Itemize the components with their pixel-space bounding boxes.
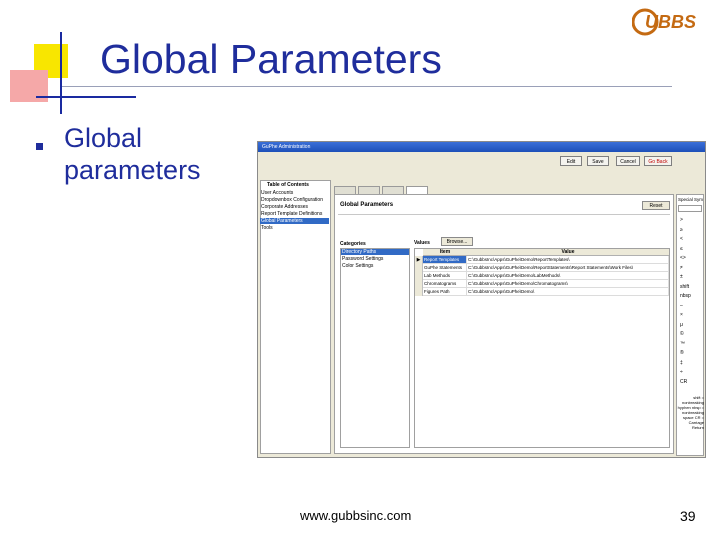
symbol-button[interactable]: shift	[680, 283, 689, 291]
row-selector	[415, 288, 423, 296]
window-titlebar: GuPhe Administration	[258, 142, 705, 152]
toc-heading: Table of Contents	[267, 182, 309, 188]
title-underline	[62, 86, 672, 87]
embedded-screenshot: GuPhe Administration Edit Save Cancel Go…	[257, 141, 706, 458]
browse-button[interactable]: Browse...	[441, 237, 473, 246]
symbol-button[interactable]: ≥	[680, 226, 683, 234]
symbol-button[interactable]: <	[680, 235, 683, 243]
panel-title: Global Parameters	[340, 202, 394, 208]
special-symbols-heading: Special Sym	[678, 197, 704, 202]
decor-horizontal-line	[36, 96, 136, 98]
tab[interactable]	[334, 186, 356, 194]
toc-item-global-parameters[interactable]: Global Parameters	[260, 218, 329, 224]
row-selector-icon: ▶	[415, 256, 423, 264]
cell-value[interactable]: C:\GubbsInc\Apps\GuPhe\Demo\	[467, 288, 669, 296]
reset-button[interactable]: Reset	[642, 201, 670, 210]
symbol-button[interactable]: ®	[680, 349, 684, 357]
cell-item[interactable]: Chromatograms	[423, 280, 467, 288]
symbol-button[interactable]: nbsp	[680, 292, 691, 300]
symbol-button[interactable]: ×	[680, 311, 683, 319]
category-password-settings[interactable]: Password Settings	[341, 256, 409, 262]
symbols-note: shift = nonbreaking hyphen nbsp = nonbre…	[677, 395, 704, 430]
symbol-button[interactable]: μ	[680, 321, 683, 329]
footer-url: www.gubbsinc.com	[300, 508, 412, 523]
row-selector	[415, 280, 423, 288]
cell-item[interactable]: Figures Path	[423, 288, 467, 296]
categories-label: Categories	[340, 241, 366, 247]
toc-item-dropdownbox[interactable]: Dropdownbox Configuration	[260, 197, 329, 203]
column-header-value: Value	[467, 249, 669, 256]
toc-item-user-accounts[interactable]: User Accounts	[260, 190, 329, 196]
category-directory-paths[interactable]: Directory Paths	[341, 249, 409, 255]
bullet-marker	[36, 143, 43, 150]
panel-divider	[338, 214, 670, 215]
go-back-button[interactable]: Go Back	[644, 156, 672, 166]
edit-button[interactable]: Edit	[560, 156, 582, 166]
symbol-button[interactable]: ≤	[680, 245, 683, 253]
decor-vertical-line	[60, 32, 62, 114]
tab-active[interactable]	[406, 186, 428, 194]
toc-item-tools[interactable]: Tools	[260, 225, 329, 231]
cell-value[interactable]: C:\GubbsInc\Apps\GuPhe\Demo\LabMethods\	[467, 272, 669, 280]
column-header-item: Item	[423, 249, 467, 256]
cell-value[interactable]: C:\GubbsInc\Apps\GuPhe\Demo\ReportTempla…	[467, 256, 669, 264]
bullet-text: Global parameters	[64, 123, 201, 185]
gubbs-logo: UBBS	[632, 8, 696, 36]
tab[interactable]	[358, 186, 380, 194]
cancel-button[interactable]: Cancel	[616, 156, 640, 166]
symbol-button[interactable]: ©	[680, 330, 684, 338]
symbol-button[interactable]: ±	[680, 273, 683, 281]
row-selector	[415, 272, 423, 280]
symbol-button[interactable]: <>	[680, 254, 686, 262]
slide-title: Global Parameters	[100, 36, 442, 82]
symbol-button[interactable]: CR	[680, 378, 687, 386]
categories-list	[340, 248, 410, 448]
cell-value[interactable]: C:\GubbsInc\Apps\GuPhe\Demo\Chromatogram…	[467, 280, 669, 288]
symbol-button[interactable]: –	[680, 302, 683, 310]
cell-item[interactable]: Lab Methods	[423, 272, 467, 280]
save-button[interactable]: Save	[587, 156, 609, 166]
special-symbols-field[interactable]	[678, 205, 702, 212]
row-selector	[415, 264, 423, 272]
symbol-button[interactable]: ÷	[680, 368, 683, 376]
symbol-button[interactable]: ‡	[680, 359, 683, 367]
tab[interactable]	[382, 186, 404, 194]
values-label: Values	[414, 240, 430, 246]
category-color-settings[interactable]: Color Settings	[341, 263, 409, 269]
cell-value[interactable]: C:\GubbsInc\Apps\GuPhe\Demo\ReportStatem…	[467, 264, 669, 272]
cell-item[interactable]: GuPhe Statements	[423, 264, 467, 272]
svg-text:UBBS: UBBS	[645, 12, 696, 32]
toc-item-report-templates[interactable]: Report Template Definitions	[260, 211, 329, 217]
symbol-button[interactable]: >	[680, 216, 683, 224]
page-number: 39	[680, 508, 696, 524]
symbol-button[interactable]: ≠	[680, 264, 683, 272]
symbol-button[interactable]: ™	[680, 340, 685, 348]
toc-item-corporate-addresses[interactable]: Corporate Addresses	[260, 204, 329, 210]
cell-item[interactable]: Report Templates	[423, 256, 467, 264]
